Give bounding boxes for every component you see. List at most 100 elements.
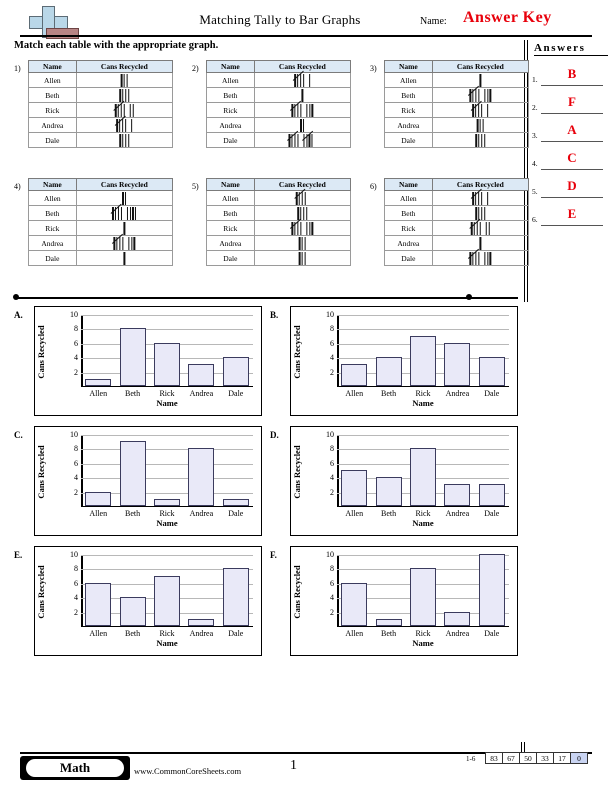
gridline: 8 xyxy=(330,325,509,333)
tally-group-five xyxy=(472,104,483,117)
y-axis-tick-label: 10 xyxy=(326,310,334,319)
site-url: www.CommonCoreSheets.com xyxy=(134,766,242,776)
tally-group-remainder xyxy=(122,192,127,205)
cell-name: Beth xyxy=(206,205,255,221)
tally-group-remainder xyxy=(484,252,491,265)
cell-tally xyxy=(253,132,352,148)
table-row: Andrea xyxy=(28,117,174,133)
answer-row: 2. F xyxy=(532,94,608,116)
tally-group-remainder xyxy=(309,74,311,87)
plot-area: 2 4 6 8 10 Allen Beth Rick Andrea Dale xyxy=(70,551,253,638)
cell-tally xyxy=(253,87,352,103)
tally-marks xyxy=(300,119,305,132)
tally-group-remainder xyxy=(128,237,135,250)
x-axis-tick-label: Dale xyxy=(228,389,244,398)
cell-name: Allen xyxy=(28,190,77,206)
bar xyxy=(222,357,249,386)
score-box: 17 xyxy=(553,752,571,764)
tally-group-remainder xyxy=(123,252,125,265)
table-row: Dale xyxy=(206,132,352,148)
tally-group-remainder xyxy=(475,207,486,220)
answer-number: 5. xyxy=(532,187,538,196)
answer-blank-line[interactable] xyxy=(541,169,603,171)
tally-table: Name Cans Recycled Allen Beth Rick Andrea Dale xyxy=(384,60,530,148)
section-divider-dot-left xyxy=(13,294,19,300)
tally-group-remainder xyxy=(119,89,130,102)
table-header-name: Name xyxy=(206,178,255,191)
answer-value: E xyxy=(567,206,577,221)
cell-name: Allen xyxy=(384,190,433,206)
tally-group-remainder xyxy=(120,74,128,87)
tally-marks xyxy=(476,119,484,132)
gridline: 10 xyxy=(70,431,253,439)
bar xyxy=(478,554,505,626)
cell-tally xyxy=(75,132,174,148)
cell-name: Rick xyxy=(206,102,255,118)
answer-value: C xyxy=(567,150,577,165)
cell-name: Dale xyxy=(384,250,433,266)
graph-letter-label: C. xyxy=(14,430,23,440)
y-axis-tick-label: 8 xyxy=(74,444,78,454)
x-axis-tick-label: Andrea xyxy=(189,389,214,398)
answer-blank-line[interactable] xyxy=(541,225,603,227)
cell-name: Dale xyxy=(28,132,77,148)
bar xyxy=(119,441,146,506)
x-axis-tick-label: Rick xyxy=(159,629,175,638)
x-axis-title: Name xyxy=(412,398,434,408)
table-header-cans: Cans Recycled xyxy=(75,178,174,191)
plot-area: 2 4 6 8 10 Allen Beth Rick Andrea Dale xyxy=(326,311,509,398)
answer-row: 6. E xyxy=(532,206,608,228)
table-row: Dale xyxy=(28,132,174,148)
table-row: Beth xyxy=(206,87,352,103)
tally-group-remainder xyxy=(119,134,130,147)
x-axis-tick-label: Allen xyxy=(89,509,108,518)
answer-blank-line[interactable] xyxy=(541,85,603,87)
y-axis-tick-label: 10 xyxy=(326,550,334,559)
answer-blank-line[interactable] xyxy=(541,113,603,115)
x-axis-tick-label: Beth xyxy=(125,389,141,398)
tally-marks xyxy=(471,222,490,235)
page-title: Matching Tally to Bar Graphs xyxy=(199,12,361,27)
tally-marks xyxy=(298,252,306,265)
page-number: 1 xyxy=(290,758,297,773)
y-axis-tick-label: 6 xyxy=(330,338,334,348)
y-axis-tick-label: 6 xyxy=(74,338,78,348)
y-axis-tick-label: 6 xyxy=(74,578,78,588)
y-axis-tick-label: 6 xyxy=(74,458,78,468)
answer-blank-line[interactable] xyxy=(541,197,603,199)
table-row: Dale xyxy=(28,250,174,266)
question-number: 2) xyxy=(192,64,199,73)
graph-letter-label: F. xyxy=(270,550,277,560)
tally-marks xyxy=(119,89,130,102)
bar xyxy=(222,498,249,506)
bar xyxy=(119,597,146,626)
x-axis-tick-label: Andrea xyxy=(445,389,470,398)
answer-row: 5. D xyxy=(532,178,608,200)
graph-letter-label: A. xyxy=(14,310,23,320)
tally-group-remainder xyxy=(126,207,137,220)
tally-marks xyxy=(301,89,303,102)
answer-value: D xyxy=(567,178,577,193)
answers-panel: Answers 1. B 2. F 3. A 4. C 5. D 6. E xyxy=(524,40,612,302)
tally-group-remainder xyxy=(485,222,490,235)
answer-blank-line[interactable] xyxy=(541,141,603,143)
cell-name: Andrea xyxy=(206,117,255,133)
section-divider xyxy=(14,297,518,299)
x-axis-tick-label: Rick xyxy=(415,389,431,398)
bar xyxy=(375,357,402,386)
cell-name: Beth xyxy=(206,87,255,103)
x-axis-tick-label: Allen xyxy=(345,389,364,398)
table-row: Rick xyxy=(206,102,352,118)
tally-group-five xyxy=(291,104,302,117)
cell-tally xyxy=(253,102,352,118)
cell-tally xyxy=(431,132,530,148)
tally-group-five xyxy=(296,192,306,205)
table-header-cans: Cans Recycled xyxy=(253,178,352,191)
cell-name: Beth xyxy=(384,87,433,103)
tally-group-remainder xyxy=(479,74,481,87)
table-row: Allen xyxy=(28,72,174,88)
y-axis-tick-label: 10 xyxy=(70,310,78,319)
answer-value: F xyxy=(568,94,576,109)
x-axis-title: Name xyxy=(412,518,434,528)
x-axis-tick-label: Beth xyxy=(381,509,397,518)
